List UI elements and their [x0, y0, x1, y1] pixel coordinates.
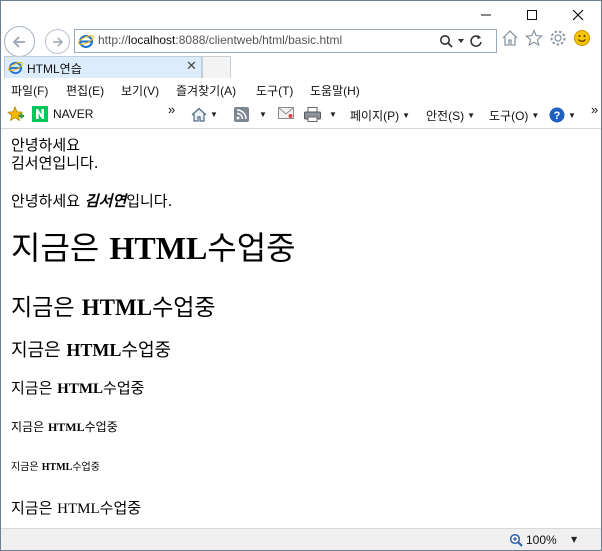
- minimize-button[interactable]: [463, 1, 509, 29]
- naver-label: NAVER: [53, 107, 94, 121]
- para-suffix: 입니다.: [126, 192, 173, 210]
- search-button[interactable]: [439, 34, 453, 48]
- feedback-button[interactable]: [573, 29, 591, 47]
- page-menu-label: 페이지(P): [350, 109, 400, 123]
- back-button[interactable]: [4, 26, 35, 57]
- tab-html-practice[interactable]: HTML연습 ✕: [4, 56, 202, 78]
- chevron-down-icon: ▼: [210, 110, 218, 119]
- help-icon: ?: [549, 107, 565, 123]
- minimize-icon: [481, 14, 491, 16]
- plain-heading-text: 지금은 HTML수업중: [11, 499, 142, 517]
- menu-edit[interactable]: 편집(E): [66, 82, 104, 99]
- zoom-dropdown-button[interactable]: ▼: [571, 535, 577, 544]
- tab-close-button[interactable]: ✕: [186, 59, 197, 74]
- chevron-down-icon: ▼: [531, 111, 540, 120]
- favorite-naver-link[interactable]: NAVER: [32, 106, 93, 122]
- heading-1: 지금은 HTML수업중: [11, 229, 296, 267]
- para-prefix: 안녕하세요: [11, 192, 85, 210]
- mail-command-button[interactable]: [278, 107, 294, 119]
- favorites-overflow-chevron[interactable]: »: [168, 102, 175, 117]
- commandbar-overflow-chevron[interactable]: »: [591, 102, 598, 117]
- emphasized-name: 김서연: [84, 192, 127, 210]
- gear-icon: [550, 30, 566, 46]
- url-text[interactable]: http://localhost:8088/clientweb/html/bas…: [98, 33, 342, 47]
- heading-4: 지금은 HTML수업중: [11, 379, 145, 397]
- search-dropdown-button[interactable]: [457, 37, 465, 45]
- chevron-down-icon: ▼: [568, 110, 576, 120]
- name-line: 김서연입니다.: [11, 154, 99, 172]
- heading-2: 지금은 HTML수업중: [11, 295, 216, 321]
- greeting-line: 안녕하세요: [11, 136, 81, 154]
- star-icon: [525, 29, 543, 47]
- chevron-down-icon: [458, 39, 464, 43]
- naver-logo-icon: [32, 106, 48, 122]
- heading-6: 지금은 HTML수업중: [11, 462, 100, 473]
- maximize-icon: [527, 10, 537, 20]
- rss-feed-icon: [234, 107, 249, 122]
- menu-help[interactable]: 도움말(H): [310, 82, 360, 99]
- maximize-button[interactable]: [509, 1, 555, 29]
- arrow-left-icon: [12, 35, 25, 48]
- intro-paragraph: 안녕하세요 김서연입니다.: [11, 190, 172, 211]
- menu-favorites[interactable]: 즐겨찾기(A): [176, 82, 236, 99]
- home-command-button[interactable]: ▼: [191, 107, 218, 122]
- feeds-command-button[interactable]: ▼: [234, 107, 267, 122]
- search-icon: [440, 35, 453, 48]
- page-menu-button[interactable]: 페이지(P) ▼: [350, 107, 410, 124]
- settings-button[interactable]: [549, 29, 567, 47]
- menu-bar: 파일(F) 편집(E) 보기(V) 즐겨찾기(A) 도구(T) 도움말(H): [1, 78, 601, 100]
- close-button[interactable]: [555, 1, 601, 29]
- title-bar: [1, 1, 601, 29]
- chevron-down-icon: ▼: [467, 111, 475, 120]
- home-button[interactable]: [501, 29, 519, 47]
- add-favorite-star-icon: [7, 106, 24, 122]
- heading-3: 지금은 HTML수업중: [11, 340, 172, 361]
- ie-tab-icon: [8, 61, 23, 75]
- safety-menu-button[interactable]: 안전(S) ▼: [426, 107, 475, 124]
- safety-menu-label: 안전(S): [426, 109, 465, 123]
- favorites-button[interactable]: [525, 29, 543, 47]
- address-row: http://localhost:8088/clientweb/html/bas…: [1, 26, 601, 57]
- help-menu-button[interactable]: ? ▼: [549, 107, 576, 123]
- zoom-control[interactable]: 100%: [509, 533, 557, 547]
- home-icon: [191, 107, 207, 122]
- print-command-button[interactable]: ▼: [304, 107, 337, 122]
- zoom-level: 100%: [526, 533, 557, 547]
- ie-page-icon: [78, 35, 94, 48]
- close-icon: [572, 9, 584, 21]
- new-tab-button[interactable]: [202, 56, 231, 78]
- arrow-right-icon: [52, 36, 63, 47]
- browser-window: http://localhost:8088/clientweb/html/bas…: [0, 0, 602, 551]
- tools-menu-label: 도구(O): [489, 109, 529, 123]
- smiley-icon: [574, 30, 590, 46]
- tab-strip: HTML연습 ✕: [1, 56, 601, 78]
- heading-5: 지금은 HTML수업중: [11, 420, 118, 434]
- zoom-icon: [509, 533, 523, 547]
- chevron-down-icon: ▼: [402, 111, 411, 120]
- refresh-icon: [470, 35, 482, 47]
- menu-file[interactable]: 파일(F): [11, 82, 48, 99]
- menu-view[interactable]: 보기(V): [121, 82, 159, 99]
- status-bar: 100% ▼: [1, 528, 601, 550]
- intro-text: 안녕하세요 김서연입니다.: [11, 136, 99, 172]
- command-bar: NAVER » ▼ ▼ ▼ 페이지(P) ▼ 안전(S) ▼ 도구(O) ▼ ?…: [1, 102, 601, 128]
- address-tools: [439, 32, 483, 50]
- tools-menu-button[interactable]: 도구(O) ▼: [489, 107, 539, 124]
- mail-icon: [278, 107, 294, 119]
- menu-tools[interactable]: 도구(T): [256, 82, 293, 99]
- svg-text:?: ?: [554, 110, 561, 122]
- printer-icon: [304, 107, 321, 122]
- browser-toolbar-icons: [501, 29, 591, 47]
- favorites-add-button[interactable]: [7, 106, 25, 122]
- tab-title: HTML연습: [27, 62, 82, 76]
- refresh-button[interactable]: [469, 34, 483, 48]
- chevron-down-icon: ▼: [259, 110, 267, 119]
- page-content: 안녕하세요 김서연입니다. 안녕하세요 김서연입니다. 지금은 HTML수업중 …: [1, 129, 601, 528]
- forward-button[interactable]: [45, 29, 70, 54]
- chevron-down-icon: ▼: [329, 110, 337, 119]
- address-bar[interactable]: http://localhost:8088/clientweb/html/bas…: [74, 29, 497, 53]
- home-icon: [502, 30, 518, 46]
